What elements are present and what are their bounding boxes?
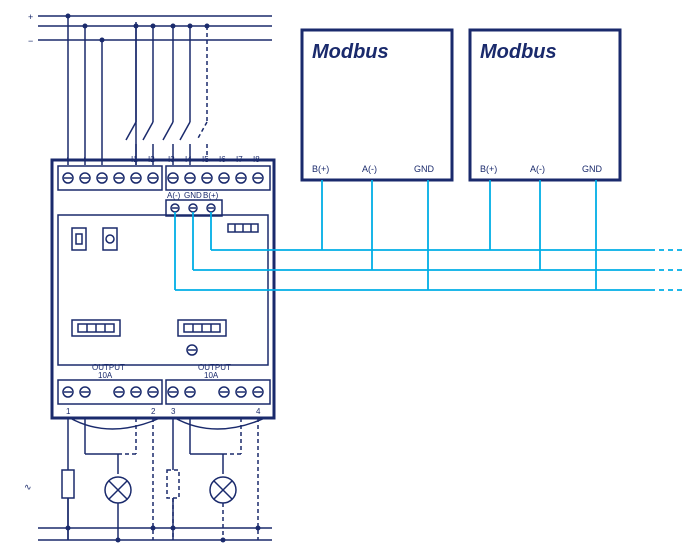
svg-text:+: +	[82, 155, 87, 164]
modbus-bus	[175, 180, 686, 290]
svg-text:I7: I7	[236, 155, 243, 164]
svg-text:B(+): B(+)	[480, 164, 497, 174]
svg-text:2: 2	[151, 407, 156, 416]
modbus-title-1: Modbus	[312, 41, 389, 63]
svg-text:GND: GND	[414, 164, 435, 174]
din-device: + + - - I1 I2 I3 I4 I5 I6 I7 I8 A(-) GND…	[52, 155, 274, 429]
top-screws	[63, 173, 263, 183]
modbus-node-1: Modbus B(+) A(-) GND	[302, 30, 452, 180]
power-rails: + −	[28, 12, 272, 165]
svg-text:A(-): A(-)	[530, 164, 545, 174]
svg-text:I6: I6	[219, 155, 226, 164]
svg-text:I8: I8	[253, 155, 260, 164]
svg-text:-: -	[117, 155, 120, 164]
bus-label-b: B(+)	[203, 191, 219, 200]
output-right-rating: 10A	[204, 371, 219, 380]
modbus-title-2: Modbus	[480, 41, 557, 63]
svg-text:I1: I1	[131, 155, 138, 164]
output-left-rating: 10A	[98, 371, 113, 380]
svg-text:4: 4	[256, 407, 261, 416]
svg-text:I2: I2	[148, 155, 155, 164]
svg-text:A(-): A(-)	[362, 164, 377, 174]
ac-symbol-icon: ∿	[24, 482, 32, 492]
wiring-diagram: + −	[0, 0, 686, 553]
svg-text:B(+): B(+)	[312, 164, 329, 174]
svg-text:3: 3	[171, 407, 176, 416]
bus-label-gnd: GND	[184, 191, 202, 200]
lamp-icon	[105, 477, 131, 540]
bus-label-a: A(-)	[167, 191, 181, 200]
svg-text:I4: I4	[185, 155, 192, 164]
svg-text:1: 1	[66, 407, 71, 416]
bottom-screws	[63, 387, 263, 397]
minus-label: −	[28, 36, 33, 46]
svg-text:+: +	[65, 155, 70, 164]
input-switches	[126, 22, 207, 165]
plus-label: +	[28, 12, 33, 22]
svg-text:I3: I3	[168, 155, 175, 164]
svg-text:I5: I5	[202, 155, 209, 164]
bus-screws	[171, 204, 215, 212]
svg-text:-: -	[100, 155, 103, 164]
svg-text:GND: GND	[582, 164, 603, 174]
modbus-node-2: Modbus B(+) A(-) GND	[470, 30, 620, 180]
lamp-icon	[210, 477, 236, 540]
output-wiring: ∿	[24, 418, 272, 543]
